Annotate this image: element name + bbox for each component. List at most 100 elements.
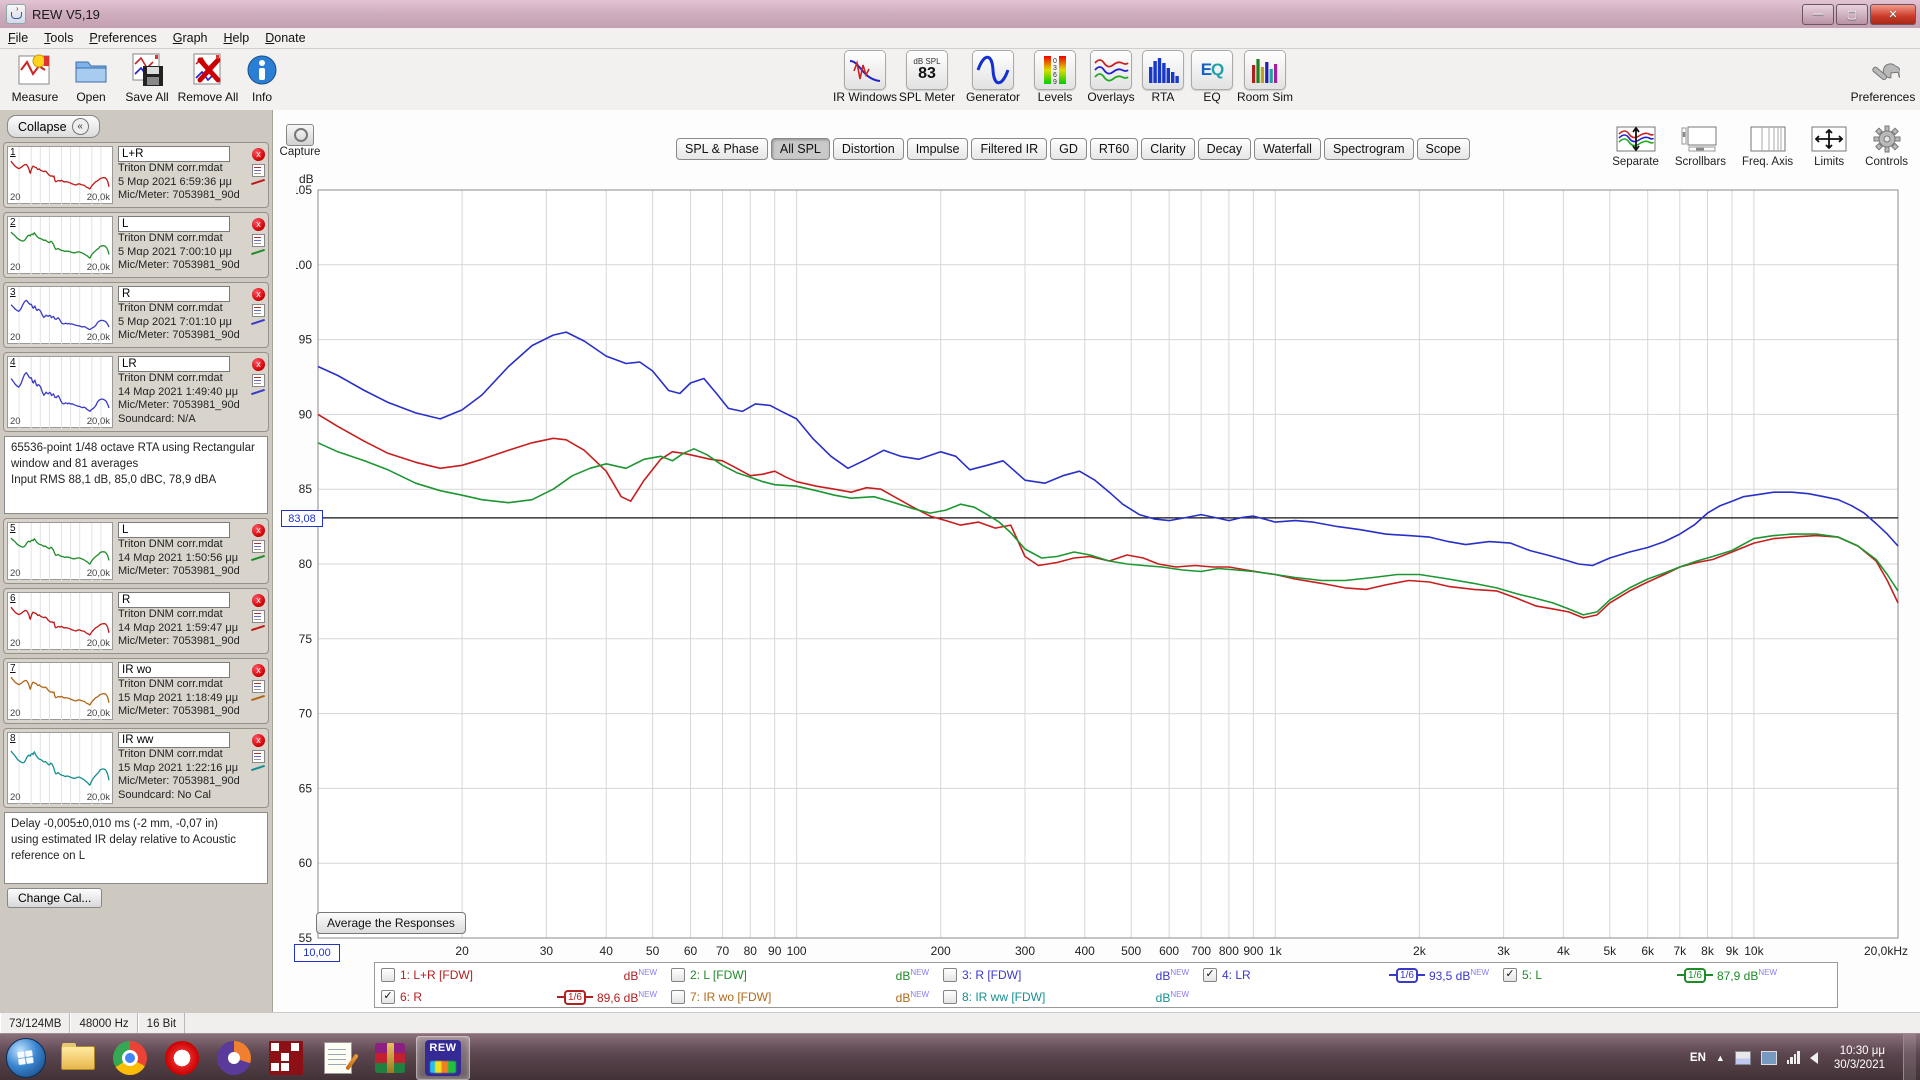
- trace-checkbox[interactable]: ✓: [1203, 968, 1217, 982]
- taskbar-opera[interactable]: [156, 1037, 208, 1079]
- close-button[interactable]: ✕: [1870, 4, 1916, 25]
- delete-measurement-icon[interactable]: x: [252, 358, 265, 371]
- x-axis-start-box[interactable]: 10,00: [294, 944, 340, 962]
- trace-checkbox[interactable]: ✓: [1503, 968, 1517, 982]
- save-all-button[interactable]: Save All: [118, 51, 176, 104]
- room-sim-button[interactable]: Room Sim: [1236, 51, 1294, 104]
- freq-axis-button[interactable]: Freq. Axis: [1742, 124, 1793, 168]
- notes-icon[interactable]: [252, 234, 265, 247]
- spl-meter-button[interactable]: dB SPL 83 SPL Meter: [898, 51, 956, 104]
- average-responses-button[interactable]: Average the Responses: [316, 912, 466, 934]
- delete-measurement-icon[interactable]: x: [252, 148, 265, 161]
- rta-notes[interactable]: 65536-point 1/48 octave RTA using Rectan…: [4, 436, 268, 514]
- menu-help[interactable]: Help: [224, 31, 250, 45]
- open-button[interactable]: Open: [62, 51, 120, 104]
- capture-button[interactable]: Capture: [276, 124, 324, 158]
- rta-button[interactable]: RTA: [1140, 51, 1186, 104]
- smoothing-badge[interactable]: 1/6: [557, 990, 593, 1005]
- notes-icon[interactable]: [252, 374, 265, 387]
- taskbar-explorer[interactable]: [52, 1037, 104, 1079]
- volume-icon[interactable]: [1810, 1052, 1818, 1064]
- measurement-entry-6[interactable]: 6 20 20,0k x Triton DNM corr.mdat 14 Μαρ…: [3, 588, 269, 654]
- tab-rt60[interactable]: RT60: [1090, 138, 1138, 160]
- measurement-entry-8[interactable]: 8 20 20,0k x Triton DNM corr.mdat 15 Μαρ…: [3, 728, 269, 808]
- generator-button[interactable]: Generator: [964, 51, 1022, 104]
- menu-tools[interactable]: Tools: [44, 31, 73, 45]
- measurement-name-input[interactable]: [118, 592, 230, 608]
- measurement-entry-2[interactable]: 2 20 20,0k x Triton DNM corr.mdat 5 Μαρ …: [3, 212, 269, 278]
- delete-measurement-icon[interactable]: x: [252, 288, 265, 301]
- measurement-name-input[interactable]: [118, 662, 230, 678]
- tray-expand-icon[interactable]: ▲: [1716, 1053, 1725, 1063]
- delete-measurement-icon[interactable]: x: [252, 664, 265, 677]
- minimize-button[interactable]: —: [1802, 4, 1834, 25]
- measurement-entry-4[interactable]: 4 20 20,0k x Triton DNM corr.mdat 14 Μαρ…: [3, 352, 269, 432]
- taskbar-clock[interactable]: 10:30 μμ 30/3/2021: [1834, 1044, 1885, 1072]
- remove-all-button[interactable]: Remove All: [176, 51, 240, 104]
- tab-spectrogram[interactable]: Spectrogram: [1324, 138, 1414, 160]
- notes-icon[interactable]: [252, 164, 265, 177]
- tab-gd[interactable]: GD: [1050, 138, 1087, 160]
- start-button[interactable]: [0, 1037, 52, 1079]
- trace-checkbox[interactable]: [943, 968, 957, 982]
- delete-measurement-icon[interactable]: x: [252, 218, 265, 231]
- tab-all-spl[interactable]: All SPL: [771, 138, 830, 160]
- notes-icon[interactable]: [252, 680, 265, 693]
- measurement-entry-3[interactable]: 3 20 20,0k x Triton DNM corr.mdat 5 Μαρ …: [3, 282, 269, 348]
- separate-button[interactable]: Separate: [1612, 124, 1659, 168]
- tab-waterfall[interactable]: Waterfall: [1254, 138, 1321, 160]
- measurement-name-input[interactable]: [118, 146, 230, 162]
- smoothing-badge[interactable]: 1/6: [1677, 968, 1713, 983]
- measurement-name-input[interactable]: [118, 522, 230, 538]
- menu-donate[interactable]: Donate: [265, 31, 305, 45]
- taskbar-winrar[interactable]: [364, 1037, 416, 1079]
- measurement-entry-7[interactable]: 7 20 20,0k x Triton DNM corr.mdat 15 Μαρ…: [3, 658, 269, 724]
- measure-button[interactable]: Measure: [6, 51, 64, 104]
- taskbar-chrome[interactable]: [104, 1037, 156, 1079]
- trace-checkbox[interactable]: ✓: [381, 990, 395, 1004]
- scrollbars-button[interactable]: Scrollbars: [1675, 124, 1726, 168]
- show-desktop-button[interactable]: [1903, 1034, 1916, 1080]
- measurement-name-input[interactable]: [118, 216, 230, 232]
- notes-icon[interactable]: [252, 304, 265, 317]
- measurement-name-input[interactable]: [118, 356, 230, 372]
- measurement-name-input[interactable]: [118, 286, 230, 302]
- taskbar-red-app[interactable]: [260, 1037, 312, 1079]
- cursor-level-box[interactable]: 83,08: [281, 510, 323, 527]
- notes-icon[interactable]: [252, 750, 265, 763]
- levels-button[interactable]: 0369 Levels: [1026, 51, 1084, 104]
- menu-file[interactable]: File: [8, 31, 28, 45]
- trace-checkbox[interactable]: [671, 990, 685, 1004]
- smoothing-badge[interactable]: 1/6: [1389, 968, 1425, 983]
- trace-checkbox[interactable]: [381, 968, 395, 982]
- notes-icon[interactable]: [252, 610, 265, 623]
- controls-button[interactable]: Controls: [1865, 124, 1908, 168]
- ir-windows-button[interactable]: IR Windows: [836, 51, 894, 104]
- change-cal-button[interactable]: Change Cal...: [7, 888, 102, 908]
- eq-button[interactable]: EQ EQ: [1190, 51, 1234, 104]
- preferences-button[interactable]: Preferences: [1854, 51, 1912, 104]
- notes-icon[interactable]: [252, 540, 265, 553]
- measurement-entry-1[interactable]: 1 20 20,0k x Triton DNM corr.mdat 5 Μαρ …: [3, 142, 269, 208]
- delete-measurement-icon[interactable]: x: [252, 524, 265, 537]
- measurement-entry-5[interactable]: 5 20 20,0k x Triton DNM corr.mdat 14 Μαρ…: [3, 518, 269, 584]
- display-icon[interactable]: [1761, 1051, 1777, 1065]
- taskbar-secure-browser[interactable]: [208, 1037, 260, 1079]
- tab-scope[interactable]: Scope: [1417, 138, 1470, 160]
- taskbar-notepad[interactable]: [312, 1037, 364, 1079]
- tab-clarity[interactable]: Clarity: [1141, 138, 1194, 160]
- menu-preferences[interactable]: Preferences: [89, 31, 156, 45]
- maximize-button[interactable]: ▢: [1836, 4, 1868, 25]
- limits-button[interactable]: Limits: [1809, 124, 1849, 168]
- taskbar-rew-active[interactable]: REW: [416, 1036, 470, 1080]
- info-button[interactable]: Info: [240, 51, 284, 104]
- overlays-button[interactable]: Overlays: [1082, 51, 1140, 104]
- network-signal-icon[interactable]: [1787, 1051, 1800, 1064]
- tab-impulse[interactable]: Impulse: [907, 138, 969, 160]
- language-indicator[interactable]: EN: [1690, 1052, 1706, 1064]
- tab-distortion[interactable]: Distortion: [833, 138, 904, 160]
- trace-checkbox[interactable]: [671, 968, 685, 982]
- action-center-flag-icon[interactable]: [1735, 1051, 1751, 1065]
- measurement-name-input[interactable]: [118, 732, 230, 748]
- tab-spl-phase[interactable]: SPL & Phase: [676, 138, 768, 160]
